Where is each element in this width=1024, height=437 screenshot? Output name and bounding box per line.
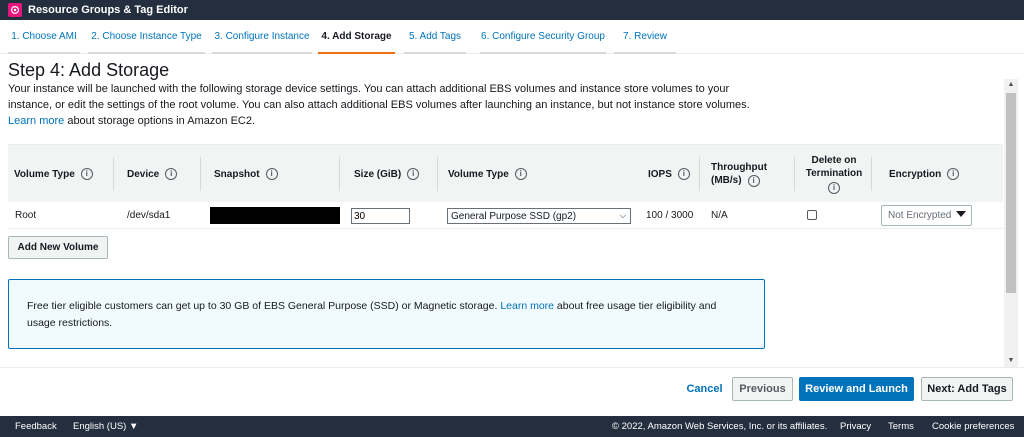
privacy-link[interactable]: Privacy xyxy=(840,416,871,437)
description-text-end: about storage options in Amazon EC2. xyxy=(64,115,256,127)
scroll-thumb[interactable] xyxy=(1006,93,1016,293)
wizard-actions: Cancel Previous Review and Launch Next: … xyxy=(0,367,1024,415)
header-size: Size (GiB) i xyxy=(348,145,438,203)
header-label: Volume Type xyxy=(14,168,75,180)
step-review[interactable]: 7. Review xyxy=(614,20,676,54)
feedback-link[interactable]: Feedback xyxy=(15,416,57,437)
snapshot-redacted xyxy=(210,207,340,224)
info-icon[interactable]: i xyxy=(947,168,960,180)
table-row: Root /dev/sda1 General Purpose SSD (gp2)… xyxy=(8,202,1003,229)
page-title: Step 4: Add Storage xyxy=(8,60,170,80)
wizard-steps: 1. Choose AMI 2. Choose Instance Type 3.… xyxy=(0,20,1024,54)
info-icon[interactable]: i xyxy=(828,182,840,194)
page-description: Your instance will be launched with the … xyxy=(8,81,768,129)
previous-button[interactable]: Previous xyxy=(732,377,793,401)
next-add-tags-button[interactable]: Next: Add Tags xyxy=(921,377,1013,401)
cookie-preferences-link[interactable]: Cookie preferences xyxy=(932,416,1014,437)
header-volume-type: Volume Type i xyxy=(8,145,114,203)
info-icon[interactable]: i xyxy=(407,168,420,180)
info-icon[interactable]: i xyxy=(514,168,527,180)
header-label-2: Termination xyxy=(805,168,863,179)
header-device: Device i xyxy=(121,145,201,203)
header-label: Snapshot xyxy=(214,168,260,180)
header-label-2: (MB/s) xyxy=(711,175,742,186)
step-configure-security-group[interactable]: 6. Configure Security Group xyxy=(480,20,606,54)
learn-more-link[interactable]: Learn more xyxy=(8,115,64,127)
footer-bar: Feedback English (US) ▼ © 2022, Amazon W… xyxy=(0,416,1024,437)
description-text: Your instance will be launched with the … xyxy=(8,83,750,111)
info-icon[interactable]: i xyxy=(165,168,178,180)
main-content: Step 4: Add Storage Your instance will b… xyxy=(0,55,1004,367)
info-icon[interactable]: i xyxy=(80,168,93,180)
caret-down-icon xyxy=(956,211,966,217)
info-text: Free tier eligible customers can get up … xyxy=(27,300,501,312)
scroll-down-arrow-icon[interactable]: ▼ xyxy=(1004,355,1018,367)
info-icon[interactable]: i xyxy=(265,168,278,180)
encryption-value: Not Encrypted xyxy=(888,210,952,221)
header-throughput: Throughput (MB/s) i xyxy=(705,145,795,203)
header-label: Device xyxy=(127,168,160,180)
cell-throughput: N/A xyxy=(711,210,728,221)
step-choose-ami[interactable]: 1. Choose AMI xyxy=(8,20,80,54)
info-icon[interactable]: i xyxy=(747,175,760,187)
info-icon[interactable]: i xyxy=(677,168,690,180)
header-vol-type: Volume Type i xyxy=(442,145,632,203)
header-label: IOPS xyxy=(648,168,672,180)
volume-type-select[interactable]: General Purpose SSD (gp2) ⌵ xyxy=(447,208,631,224)
free-tier-info-box: Free tier eligible customers can get up … xyxy=(8,279,765,349)
table-header: Volume Type i Device i Snapshot i Size (GiB… xyxy=(8,144,1003,202)
terms-link[interactable]: Terms xyxy=(888,416,914,437)
app-title[interactable]: Resource Groups & Tag Editor xyxy=(28,4,188,16)
step-configure-instance[interactable]: 3. Configure Instance xyxy=(212,20,312,54)
header-encryption: Encryption i xyxy=(883,145,975,203)
step-add-storage[interactable]: 4. Add Storage xyxy=(318,20,395,54)
step-choose-instance-type[interactable]: 2. Choose Instance Type xyxy=(88,20,205,54)
copyright-text: © 2022, Amazon Web Services, Inc. or its… xyxy=(612,421,828,432)
volume-type-value: General Purpose SSD (gp2) xyxy=(451,210,577,222)
cell-volume-type: Root xyxy=(15,210,37,221)
language-selector[interactable]: English (US) ▼ xyxy=(73,416,138,437)
header-label: Volume Type xyxy=(448,168,509,180)
cell-iops: 100 / 3000 xyxy=(646,210,694,221)
storage-table: Volume Type i Device i Snapshot i Size (GiB… xyxy=(8,144,1003,229)
vertical-scrollbar[interactable]: ▲ ▼ xyxy=(1004,79,1018,367)
scroll-up-arrow-icon[interactable]: ▲ xyxy=(1004,79,1018,91)
header-delete-on-termination: Delete on Termination i xyxy=(796,145,872,203)
cell-device: /dev/sda1 xyxy=(127,210,171,221)
step-add-tags[interactable]: 5. Add Tags xyxy=(404,20,466,54)
resource-groups-icon xyxy=(8,3,22,17)
header-iops: IOPS i xyxy=(642,145,700,203)
header-label: Encryption xyxy=(889,168,942,180)
size-input[interactable] xyxy=(351,208,410,224)
delete-on-termination-checkbox[interactable] xyxy=(807,210,817,220)
chevron-down-icon: ⌵ xyxy=(619,211,626,220)
header-label: Size (GiB) xyxy=(354,168,402,180)
review-and-launch-button[interactable]: Review and Launch xyxy=(799,377,914,401)
header-label: Throughput xyxy=(711,162,768,173)
encryption-select[interactable]: Not Encrypted xyxy=(881,205,972,226)
free-tier-learn-more-link[interactable]: Learn more xyxy=(500,300,554,312)
cancel-link[interactable]: Cancel xyxy=(682,377,727,401)
header-snapshot: Snapshot i xyxy=(208,145,340,203)
header-label: Delete on xyxy=(811,155,857,166)
top-bar: Resource Groups & Tag Editor xyxy=(0,0,1024,20)
add-new-volume-button[interactable]: Add New Volume xyxy=(8,236,108,259)
